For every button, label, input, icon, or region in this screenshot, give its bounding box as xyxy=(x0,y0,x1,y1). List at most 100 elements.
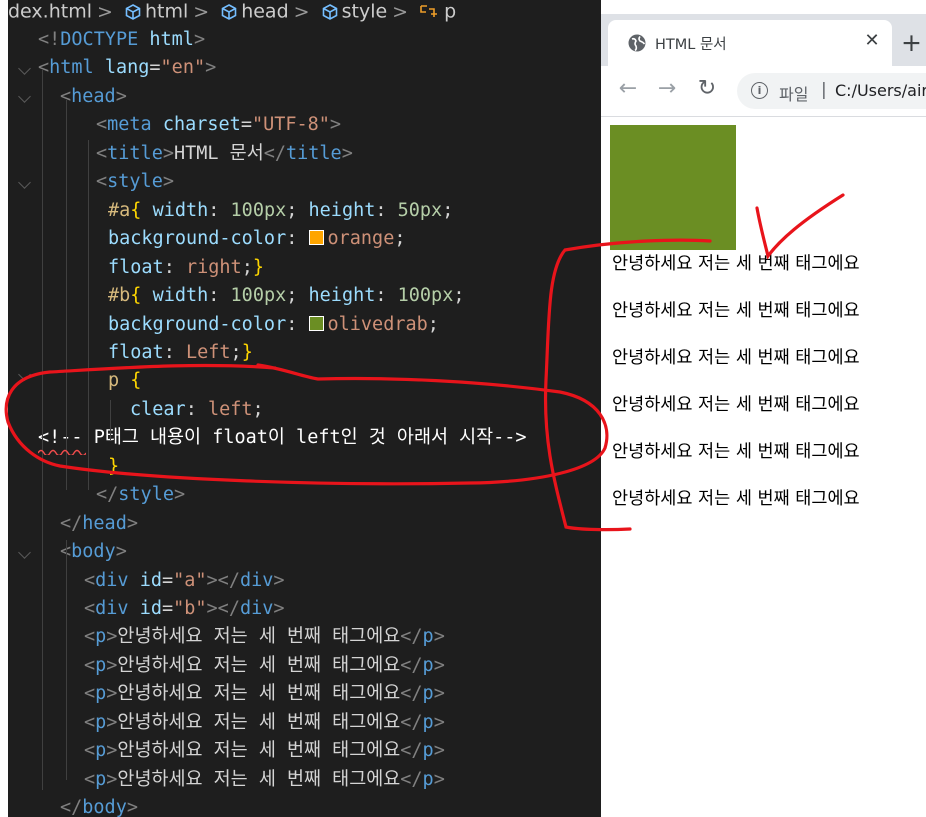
breadcrumb-p[interactable]: p xyxy=(444,1,456,23)
code-line[interactable]: p { xyxy=(108,367,141,395)
code-token: </ xyxy=(60,512,83,534)
code-token: 안녕하세요 저는 세 번째 태그에요 xyxy=(117,768,401,790)
breadcrumb-file[interactable]: dex.html xyxy=(8,1,92,23)
fold-chevron-icon[interactable] xyxy=(18,176,31,189)
code-token: > xyxy=(433,626,445,648)
reload-icon[interactable]: ↻ xyxy=(694,76,720,102)
code-line[interactable]: <div id="a"></div> xyxy=(84,567,285,595)
code-line[interactable]: <p>안녕하세요 저는 세 번째 태그에요</p> xyxy=(84,680,445,708)
code-line[interactable]: <!DOCTYPE html> xyxy=(38,26,205,54)
code-token: height xyxy=(308,199,376,221)
color-swatch[interactable] xyxy=(308,230,324,246)
new-tab-button[interactable]: + xyxy=(901,28,922,58)
code-token: < xyxy=(84,683,96,705)
code-line[interactable]: </style> xyxy=(96,481,185,509)
code-token: </ xyxy=(60,797,83,817)
selector-icon xyxy=(420,4,438,17)
code-line[interactable]: <p>안녕하세요 저는 세 번째 태그에요</p> xyxy=(84,709,445,737)
code-token: DOCTYPE xyxy=(60,29,139,50)
code-line[interactable]: <!-- P태그 내용이 float이 left인 것 아래서 시작--> xyxy=(38,424,527,452)
code-token: </ xyxy=(400,683,423,705)
code-token: > xyxy=(433,768,445,790)
code-line[interactable]: </head> xyxy=(60,510,138,538)
code-token: id xyxy=(139,598,162,619)
code-token: p xyxy=(95,740,107,762)
code-token: meta xyxy=(107,114,152,136)
code-line[interactable]: <body> xyxy=(60,538,127,566)
code-token: < xyxy=(84,598,96,619)
code-line[interactable]: } xyxy=(108,453,119,481)
code-token: title xyxy=(286,142,342,164)
code-token: width xyxy=(152,285,209,307)
code-token: p xyxy=(95,654,107,676)
code-token: { xyxy=(130,285,142,307)
code-token: { xyxy=(130,370,142,392)
code-line[interactable]: <p>안녕하세요 저는 세 번째 태그에요</p> xyxy=(84,737,445,765)
code-token: < xyxy=(96,114,108,136)
breadcrumb-head[interactable]: head xyxy=(241,1,288,23)
warning-squiggle xyxy=(38,449,86,455)
forward-arrow-icon[interactable]: → xyxy=(654,76,680,102)
code-line[interactable]: #a{ width: 100px; height: 50px; xyxy=(108,197,453,225)
address-url[interactable]: C:/Users/air xyxy=(835,81,926,100)
code-line[interactable]: <p>안녕하세요 저는 세 번째 태그에요</p> xyxy=(84,652,445,680)
code-token: div xyxy=(95,569,129,591)
back-arrow-icon[interactable]: ← xyxy=(615,76,641,102)
address-bar[interactable]: i 파일 | C:/Users/air xyxy=(737,73,926,109)
browser-toolbar: ← → ↻ i 파일 | C:/Users/air xyxy=(601,66,926,117)
code-token: > xyxy=(205,57,217,79)
info-icon[interactable]: i xyxy=(751,82,768,99)
code-token: : xyxy=(163,256,186,278)
code-token: > xyxy=(273,598,285,619)
code-token: "UTF-8" xyxy=(251,114,330,136)
code-token: div xyxy=(239,598,274,619)
code-token: : xyxy=(286,313,309,335)
code-token: ; xyxy=(286,285,309,307)
code-token: = xyxy=(161,569,174,591)
code-token: </ xyxy=(400,768,423,790)
fold-chevron-icon[interactable] xyxy=(18,546,31,559)
close-tab-icon[interactable]: ✕ xyxy=(860,29,884,53)
code-line[interactable]: <p>안녕하세요 저는 세 번째 태그에요</p> xyxy=(84,623,445,651)
code-line[interactable]: </body> xyxy=(60,794,138,817)
code-line[interactable]: <p>안녕하세요 저는 세 번째 태그에요</p> xyxy=(84,766,445,794)
fold-chevron-icon[interactable] xyxy=(18,62,31,75)
breadcrumb-html[interactable]: html xyxy=(145,1,188,23)
code-line[interactable]: clear: left; xyxy=(130,396,264,424)
code-line[interactable]: background-color: orange; xyxy=(108,225,405,253)
code-token: > xyxy=(433,711,445,733)
code-line[interactable]: background-color: olivedrab; xyxy=(108,311,439,339)
code-token: html xyxy=(149,29,194,50)
code-line[interactable]: <html lang="en"> xyxy=(38,54,216,82)
code-editor[interactable]: dex.html > html > head > style > p <!DOCTYPE… xyxy=(0,0,601,817)
code-token: < xyxy=(84,626,96,648)
globe-icon xyxy=(628,34,646,52)
code-token: p xyxy=(422,654,434,676)
breadcrumb-style[interactable]: style xyxy=(342,1,388,23)
fold-chevron-icon[interactable] xyxy=(18,90,31,103)
breadcrumb-separator: > xyxy=(96,0,113,23)
code-token: { xyxy=(130,199,142,221)
code-line[interactable]: float: right;} xyxy=(108,254,264,282)
code-line[interactable]: #b{ width: 100px; height: 100px; xyxy=(108,282,464,310)
code-line[interactable]: <div id="b"></div> xyxy=(84,595,285,623)
code-line[interactable]: <title>HTML 문서</title> xyxy=(96,140,353,168)
code-line[interactable]: float: Left;} xyxy=(108,339,253,367)
color-swatch[interactable] xyxy=(308,315,324,331)
code-token: id xyxy=(139,569,162,591)
code-token: </ xyxy=(400,654,423,676)
browser-tab[interactable]: HTML 문서 ✕ xyxy=(608,20,892,66)
code-token: = xyxy=(161,598,174,619)
code-token: < xyxy=(96,142,108,164)
fold-chevron-icon[interactable] xyxy=(18,368,31,381)
code-line[interactable]: <style> xyxy=(96,168,174,196)
code-line[interactable]: <head> xyxy=(60,83,127,111)
code-token: > xyxy=(433,740,445,762)
breadcrumb: dex.html > html > head > style > p xyxy=(8,0,456,24)
indent-guide xyxy=(88,140,89,490)
code-token: background-color xyxy=(108,228,287,250)
code-token: < xyxy=(84,711,96,733)
code-line[interactable]: <meta charset="UTF-8"> xyxy=(96,111,341,139)
